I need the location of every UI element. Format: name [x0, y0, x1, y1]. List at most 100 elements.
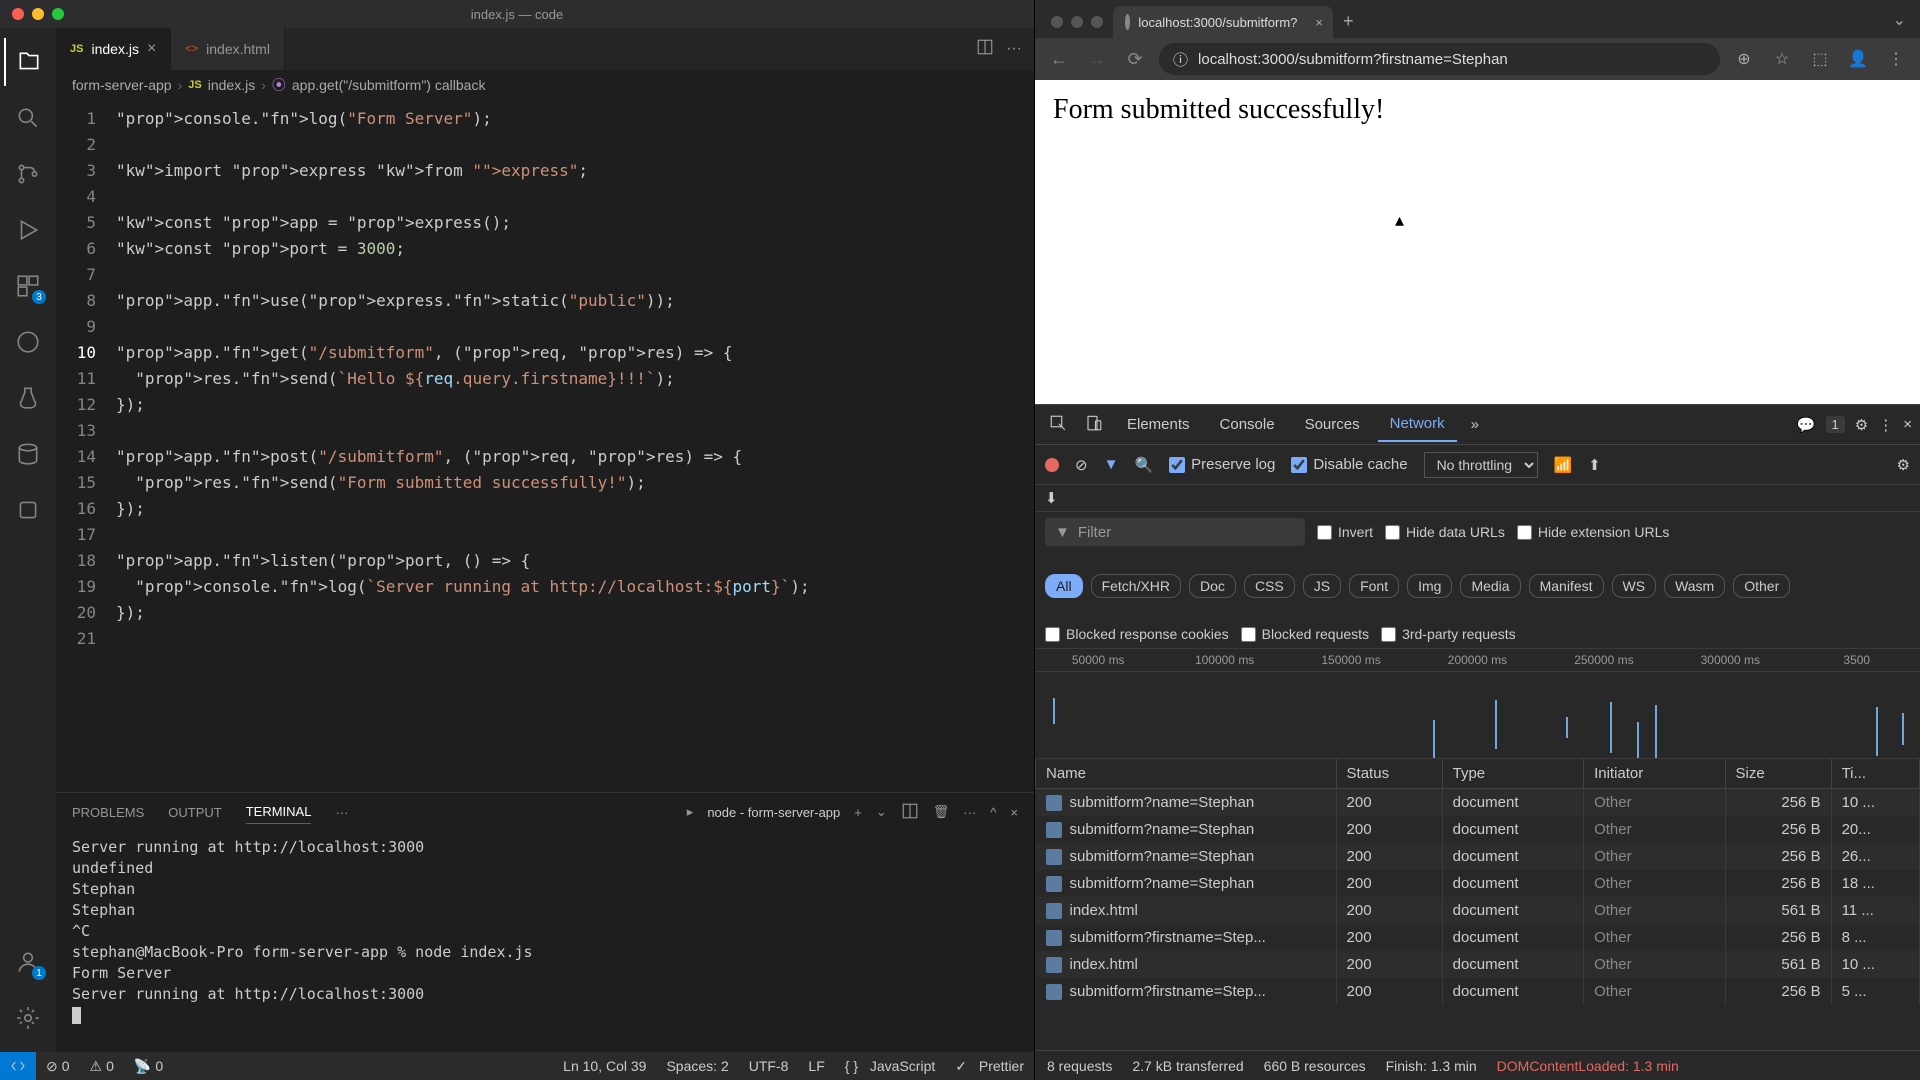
type-filter-media[interactable]: Media — [1460, 574, 1520, 598]
column-header[interactable]: Initiator — [1584, 759, 1725, 789]
minimize-window-button[interactable] — [1071, 16, 1083, 28]
tab-network[interactable]: Network — [1378, 407, 1457, 442]
tab-elements[interactable]: Elements — [1115, 408, 1202, 441]
terminal-dropdown-icon[interactable]: ⌄ — [876, 804, 887, 820]
type-filter-js[interactable]: JS — [1303, 574, 1341, 598]
type-filter-other[interactable]: Other — [1733, 574, 1790, 598]
request-row[interactable]: submitform?name=Stephan200documentOther2… — [1036, 789, 1920, 817]
zoom-icon[interactable]: ⊕ — [1730, 49, 1758, 69]
filter-input[interactable]: ▼ Filter — [1045, 518, 1305, 546]
testing-icon[interactable] — [4, 374, 52, 422]
explorer-icon[interactable] — [4, 38, 52, 86]
tab-sources[interactable]: Sources — [1293, 408, 1372, 441]
disable-cache-checkbox[interactable]: Disable cache — [1291, 456, 1407, 473]
breadcrumb[interactable]: form-server-app › JS index.js › ⦿ app.ge… — [56, 70, 1034, 100]
type-filter-manifest[interactable]: Manifest — [1529, 574, 1604, 598]
address-bar[interactable]: ⓘ localhost:3000/submitform?firstname=St… — [1159, 43, 1720, 75]
network-settings-icon[interactable]: ⚙ — [1897, 456, 1910, 474]
eol[interactable]: LF — [798, 1058, 834, 1075]
import-har-icon[interactable]: ⬆ — [1588, 456, 1601, 474]
column-header[interactable]: Ti... — [1831, 759, 1919, 789]
indentation[interactable]: Spaces: 2 — [656, 1058, 738, 1075]
copilot-icon[interactable] — [4, 486, 52, 534]
close-devtools-icon[interactable]: × — [1903, 416, 1912, 433]
request-row[interactable]: submitform?firstname=Step...200documentO… — [1036, 978, 1920, 1005]
code-editor[interactable]: 123456789101112131415161718192021 "prop"… — [56, 100, 1034, 792]
extensions-icon[interactable]: ⬚ — [1806, 49, 1834, 69]
request-row[interactable]: submitform?name=Stephan200documentOther2… — [1036, 870, 1920, 897]
type-filter-fetch/xhr[interactable]: Fetch/XHR — [1091, 574, 1181, 598]
prettier-status[interactable]: ✓ Prettier — [945, 1058, 1034, 1075]
type-filter-font[interactable]: Font — [1349, 574, 1399, 598]
more-tabs-icon[interactable]: » — [1463, 408, 1487, 441]
maximize-window-button[interactable] — [1091, 16, 1103, 28]
run-debug-icon[interactable] — [4, 206, 52, 254]
devtools-settings-icon[interactable]: ⚙ — [1855, 416, 1868, 434]
search-icon[interactable]: 🔍 — [1134, 456, 1153, 474]
column-header[interactable]: Status — [1336, 759, 1442, 789]
terminal-output[interactable]: Server running at http://localhost:3000u… — [56, 831, 1034, 1052]
request-row[interactable]: submitform?firstname=Step...200documentO… — [1036, 924, 1920, 951]
tab-problems[interactable]: PROBLEMS — [72, 801, 144, 824]
type-filter-doc[interactable]: Doc — [1189, 574, 1236, 598]
type-filter-all[interactable]: All — [1045, 574, 1083, 598]
type-filter-img[interactable]: Img — [1407, 574, 1452, 598]
tab-more[interactable]: ··· — [335, 801, 348, 824]
language-mode[interactable]: { } JavaScript — [835, 1058, 946, 1075]
forward-button[interactable]: → — [1083, 49, 1111, 70]
site-info-icon[interactable]: ⓘ — [1173, 49, 1188, 70]
network-conditions-icon[interactable]: 📶 — [1554, 456, 1573, 474]
filter-toggle-icon[interactable]: ▼ — [1104, 456, 1119, 473]
split-terminal-icon[interactable] — [901, 802, 919, 823]
new-tab-button[interactable]: + — [1343, 11, 1354, 32]
hide-extension-urls-checkbox[interactable]: Hide extension URLs — [1517, 524, 1670, 540]
request-row[interactable]: index.html200documentOther561 B11 ... — [1036, 897, 1920, 924]
type-filter-wasm[interactable]: Wasm — [1664, 574, 1725, 598]
split-editor-icon[interactable] — [976, 38, 994, 61]
type-filter-css[interactable]: CSS — [1244, 574, 1295, 598]
throttling-select[interactable]: No throttling — [1424, 452, 1538, 478]
tab-output[interactable]: OUTPUT — [168, 801, 221, 824]
remote-explorer-icon[interactable] — [4, 318, 52, 366]
bookmark-icon[interactable]: ☆ — [1768, 49, 1796, 69]
code-content[interactable]: "prop">console."fn">log("Form Server"); … — [116, 100, 1034, 792]
column-header[interactable]: Name — [1036, 759, 1337, 789]
settings-gear-icon[interactable] — [4, 994, 52, 1042]
close-tab-icon[interactable]: × — [147, 40, 156, 58]
tab-terminal[interactable]: TERMINAL — [246, 800, 312, 824]
warnings-count[interactable]: ⚠0 — [80, 1058, 124, 1075]
more-actions-icon[interactable]: ··· — [1006, 40, 1022, 58]
request-row[interactable]: submitform?name=Stephan200documentOther2… — [1036, 816, 1920, 843]
hide-data-urls-checkbox[interactable]: Hide data URLs — [1385, 524, 1505, 540]
profile-icon[interactable]: 👤 — [1844, 49, 1872, 69]
device-toolbar-icon[interactable] — [1079, 408, 1109, 442]
export-har-icon[interactable]: ⬇ — [1045, 490, 1058, 507]
third-party-requests-checkbox[interactable]: 3rd-party requests — [1381, 626, 1516, 642]
ports-count[interactable]: 📡0 — [124, 1058, 173, 1075]
invert-checkbox[interactable]: Invert — [1317, 524, 1373, 540]
tab-index-js[interactable]: JS index.js × — [56, 28, 171, 70]
blocked-response-cookies-checkbox[interactable]: Blocked response cookies — [1045, 626, 1229, 642]
request-row[interactable]: index.html200documentOther561 B10 ... — [1036, 951, 1920, 978]
close-tab-icon[interactable]: × — [1315, 15, 1323, 30]
clear-button[interactable]: ⊘ — [1075, 456, 1088, 474]
tab-index-html[interactable]: <> index.html — [171, 28, 285, 70]
new-terminal-icon[interactable]: + — [854, 805, 862, 820]
network-timeline[interactable]: 50000 ms100000 ms150000 ms200000 ms25000… — [1035, 649, 1920, 759]
cursor-position[interactable]: Ln 10, Col 39 — [553, 1058, 656, 1075]
column-header[interactable]: Size — [1725, 759, 1831, 789]
issues-icon[interactable]: 💬 — [1797, 416, 1816, 434]
column-header[interactable]: Type — [1442, 759, 1583, 789]
close-window-button[interactable] — [1051, 16, 1063, 28]
minimize-window-button[interactable] — [32, 8, 44, 20]
maximize-window-button[interactable] — [52, 8, 64, 20]
close-window-button[interactable] — [12, 8, 24, 20]
back-button[interactable]: ← — [1045, 49, 1073, 70]
errors-count[interactable]: ⊘0 — [36, 1058, 80, 1075]
close-panel-icon[interactable]: × — [1010, 805, 1018, 820]
reload-button[interactable]: ⟳ — [1121, 49, 1149, 70]
database-icon[interactable] — [4, 430, 52, 478]
record-button[interactable] — [1045, 458, 1059, 472]
type-filter-ws[interactable]: WS — [1612, 574, 1657, 598]
preserve-log-checkbox[interactable]: Preserve log — [1169, 456, 1275, 473]
